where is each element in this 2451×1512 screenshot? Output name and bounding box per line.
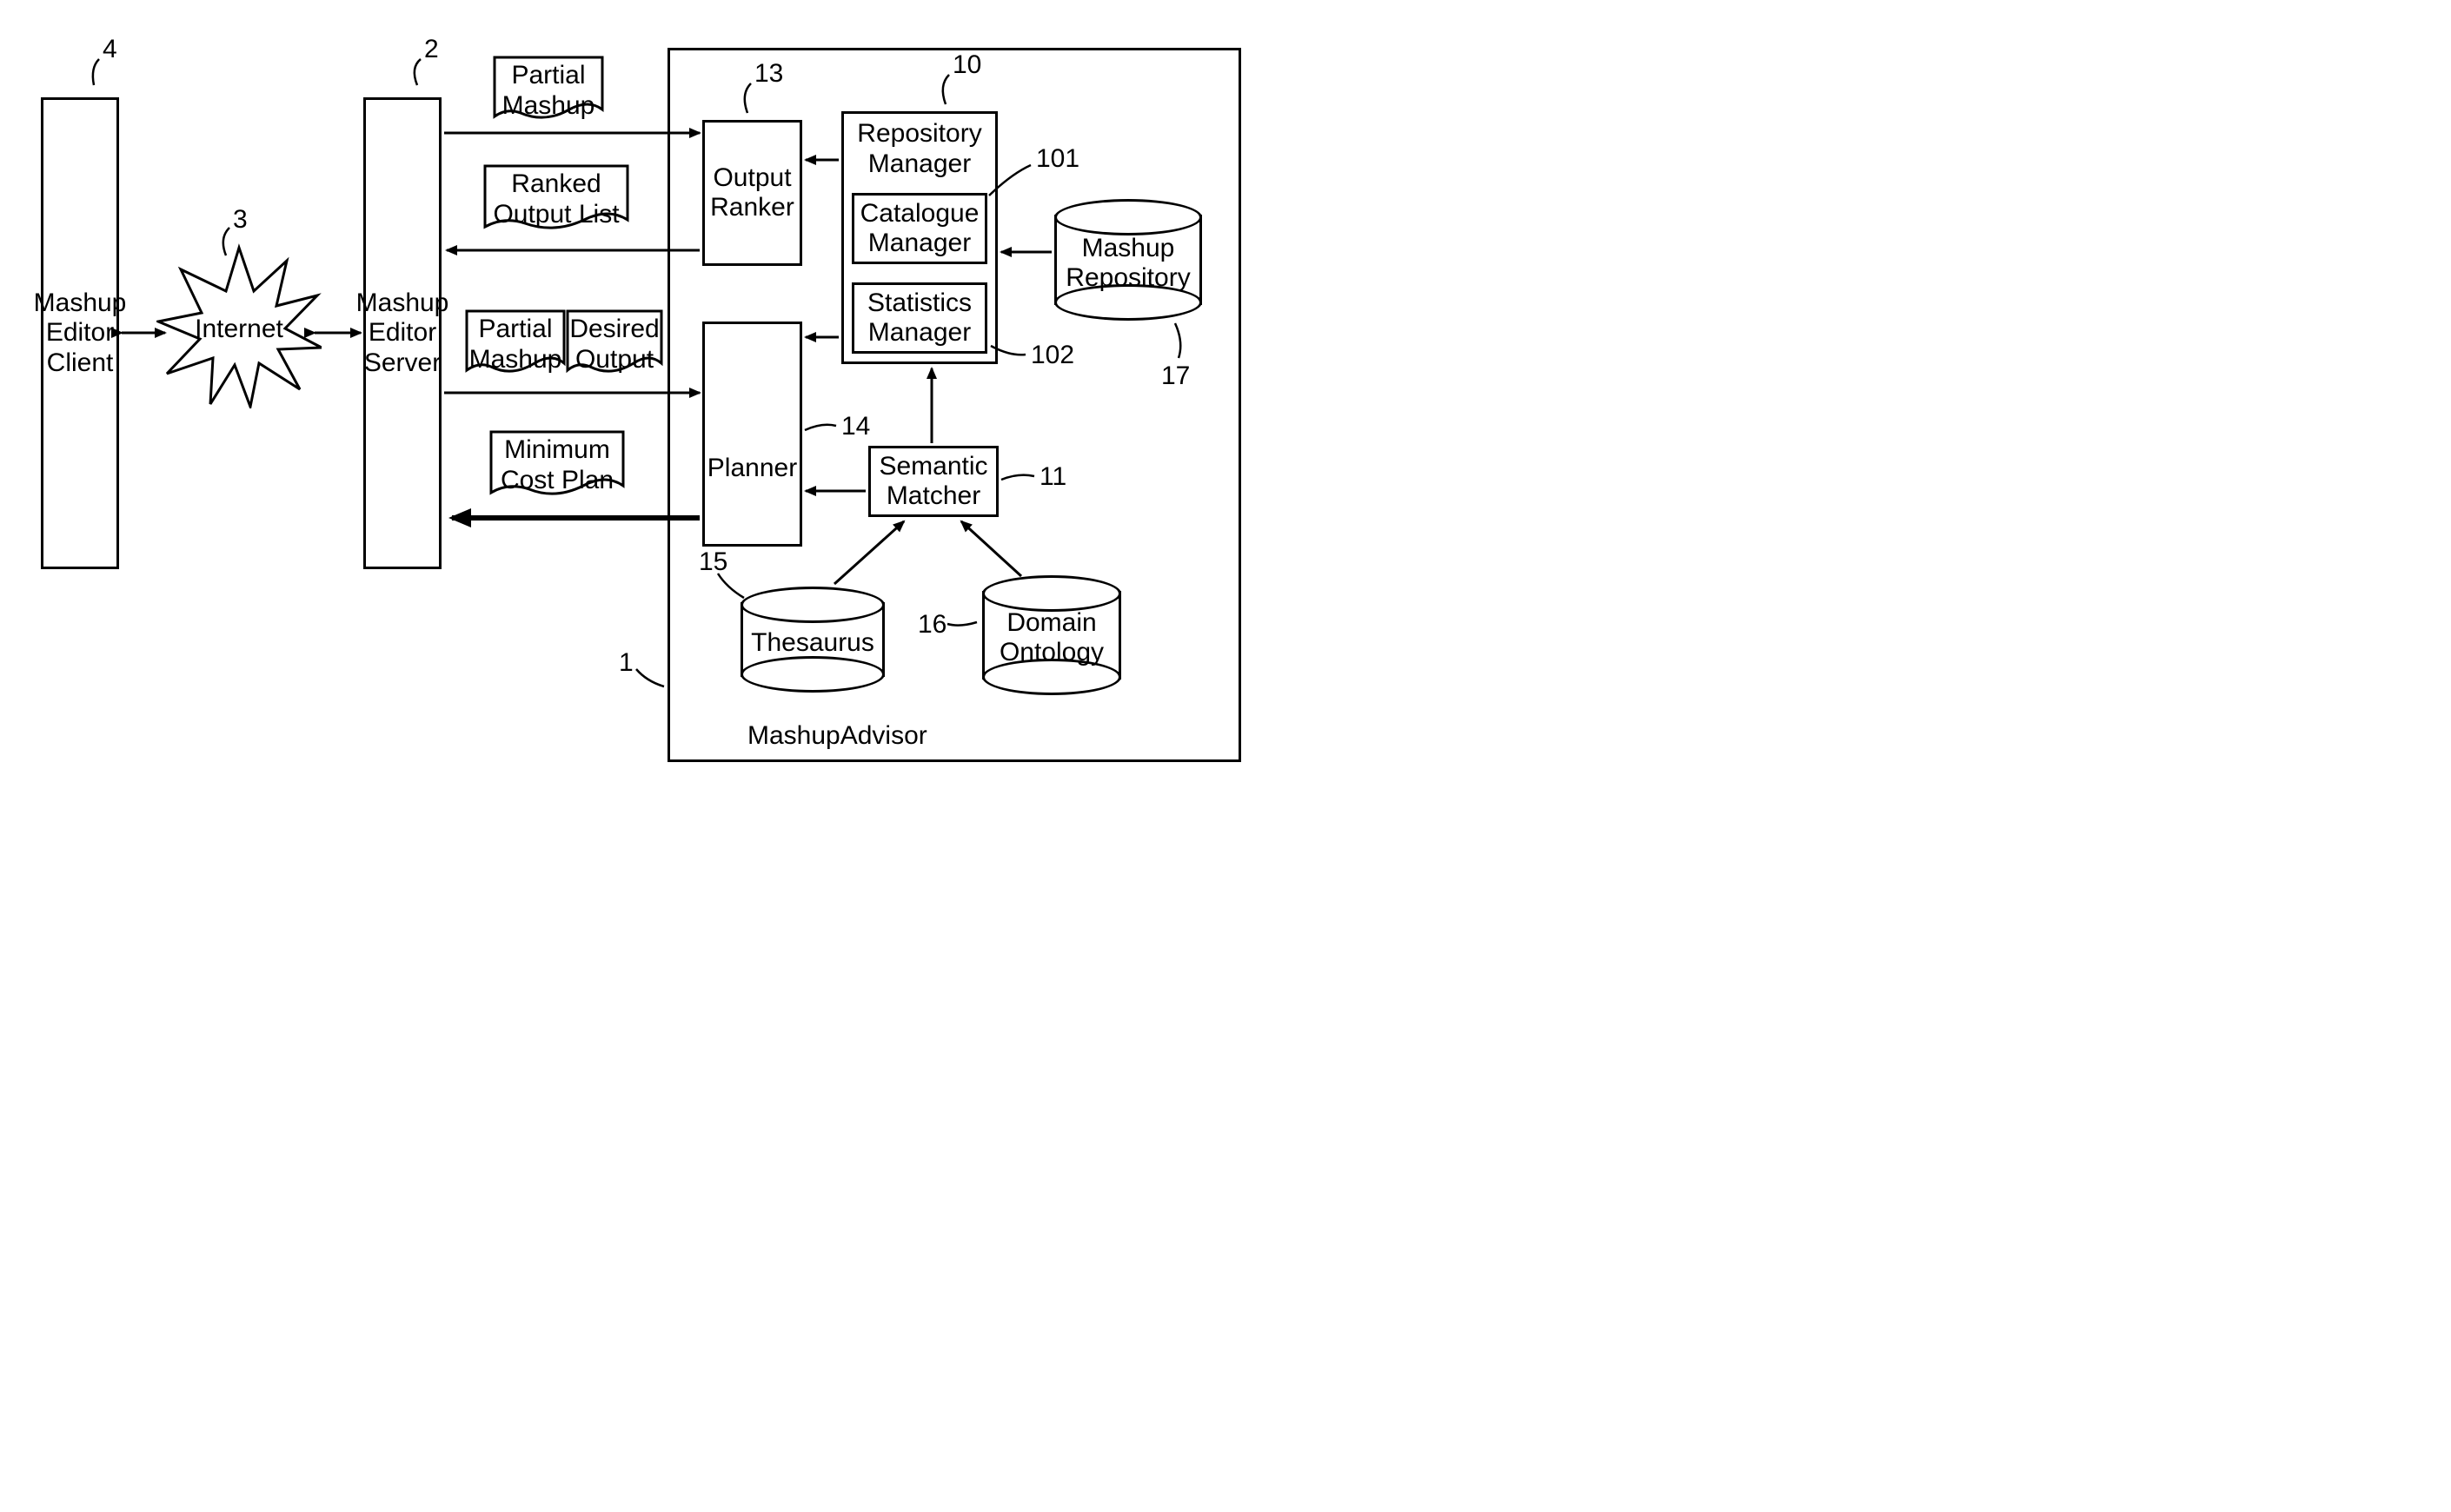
ref-3: 3 xyxy=(233,205,248,235)
ref-101: 101 xyxy=(1036,144,1079,175)
ref-14: 14 xyxy=(841,412,870,442)
ref-2: 2 xyxy=(424,35,439,65)
ref-13: 13 xyxy=(754,59,783,90)
ref-4: 4 xyxy=(103,35,117,65)
diagram-canvas: MashupAdvisor Mashup Editor Client Inter… xyxy=(0,0,1252,783)
ref-15: 15 xyxy=(699,547,727,578)
ref-17: 17 xyxy=(1161,361,1190,392)
ref-16: 16 xyxy=(918,610,947,640)
ref-1: 1 xyxy=(619,648,634,679)
ref-11: 11 xyxy=(1040,462,1066,493)
ref-10: 10 xyxy=(953,50,981,81)
ref-102: 102 xyxy=(1031,341,1074,371)
